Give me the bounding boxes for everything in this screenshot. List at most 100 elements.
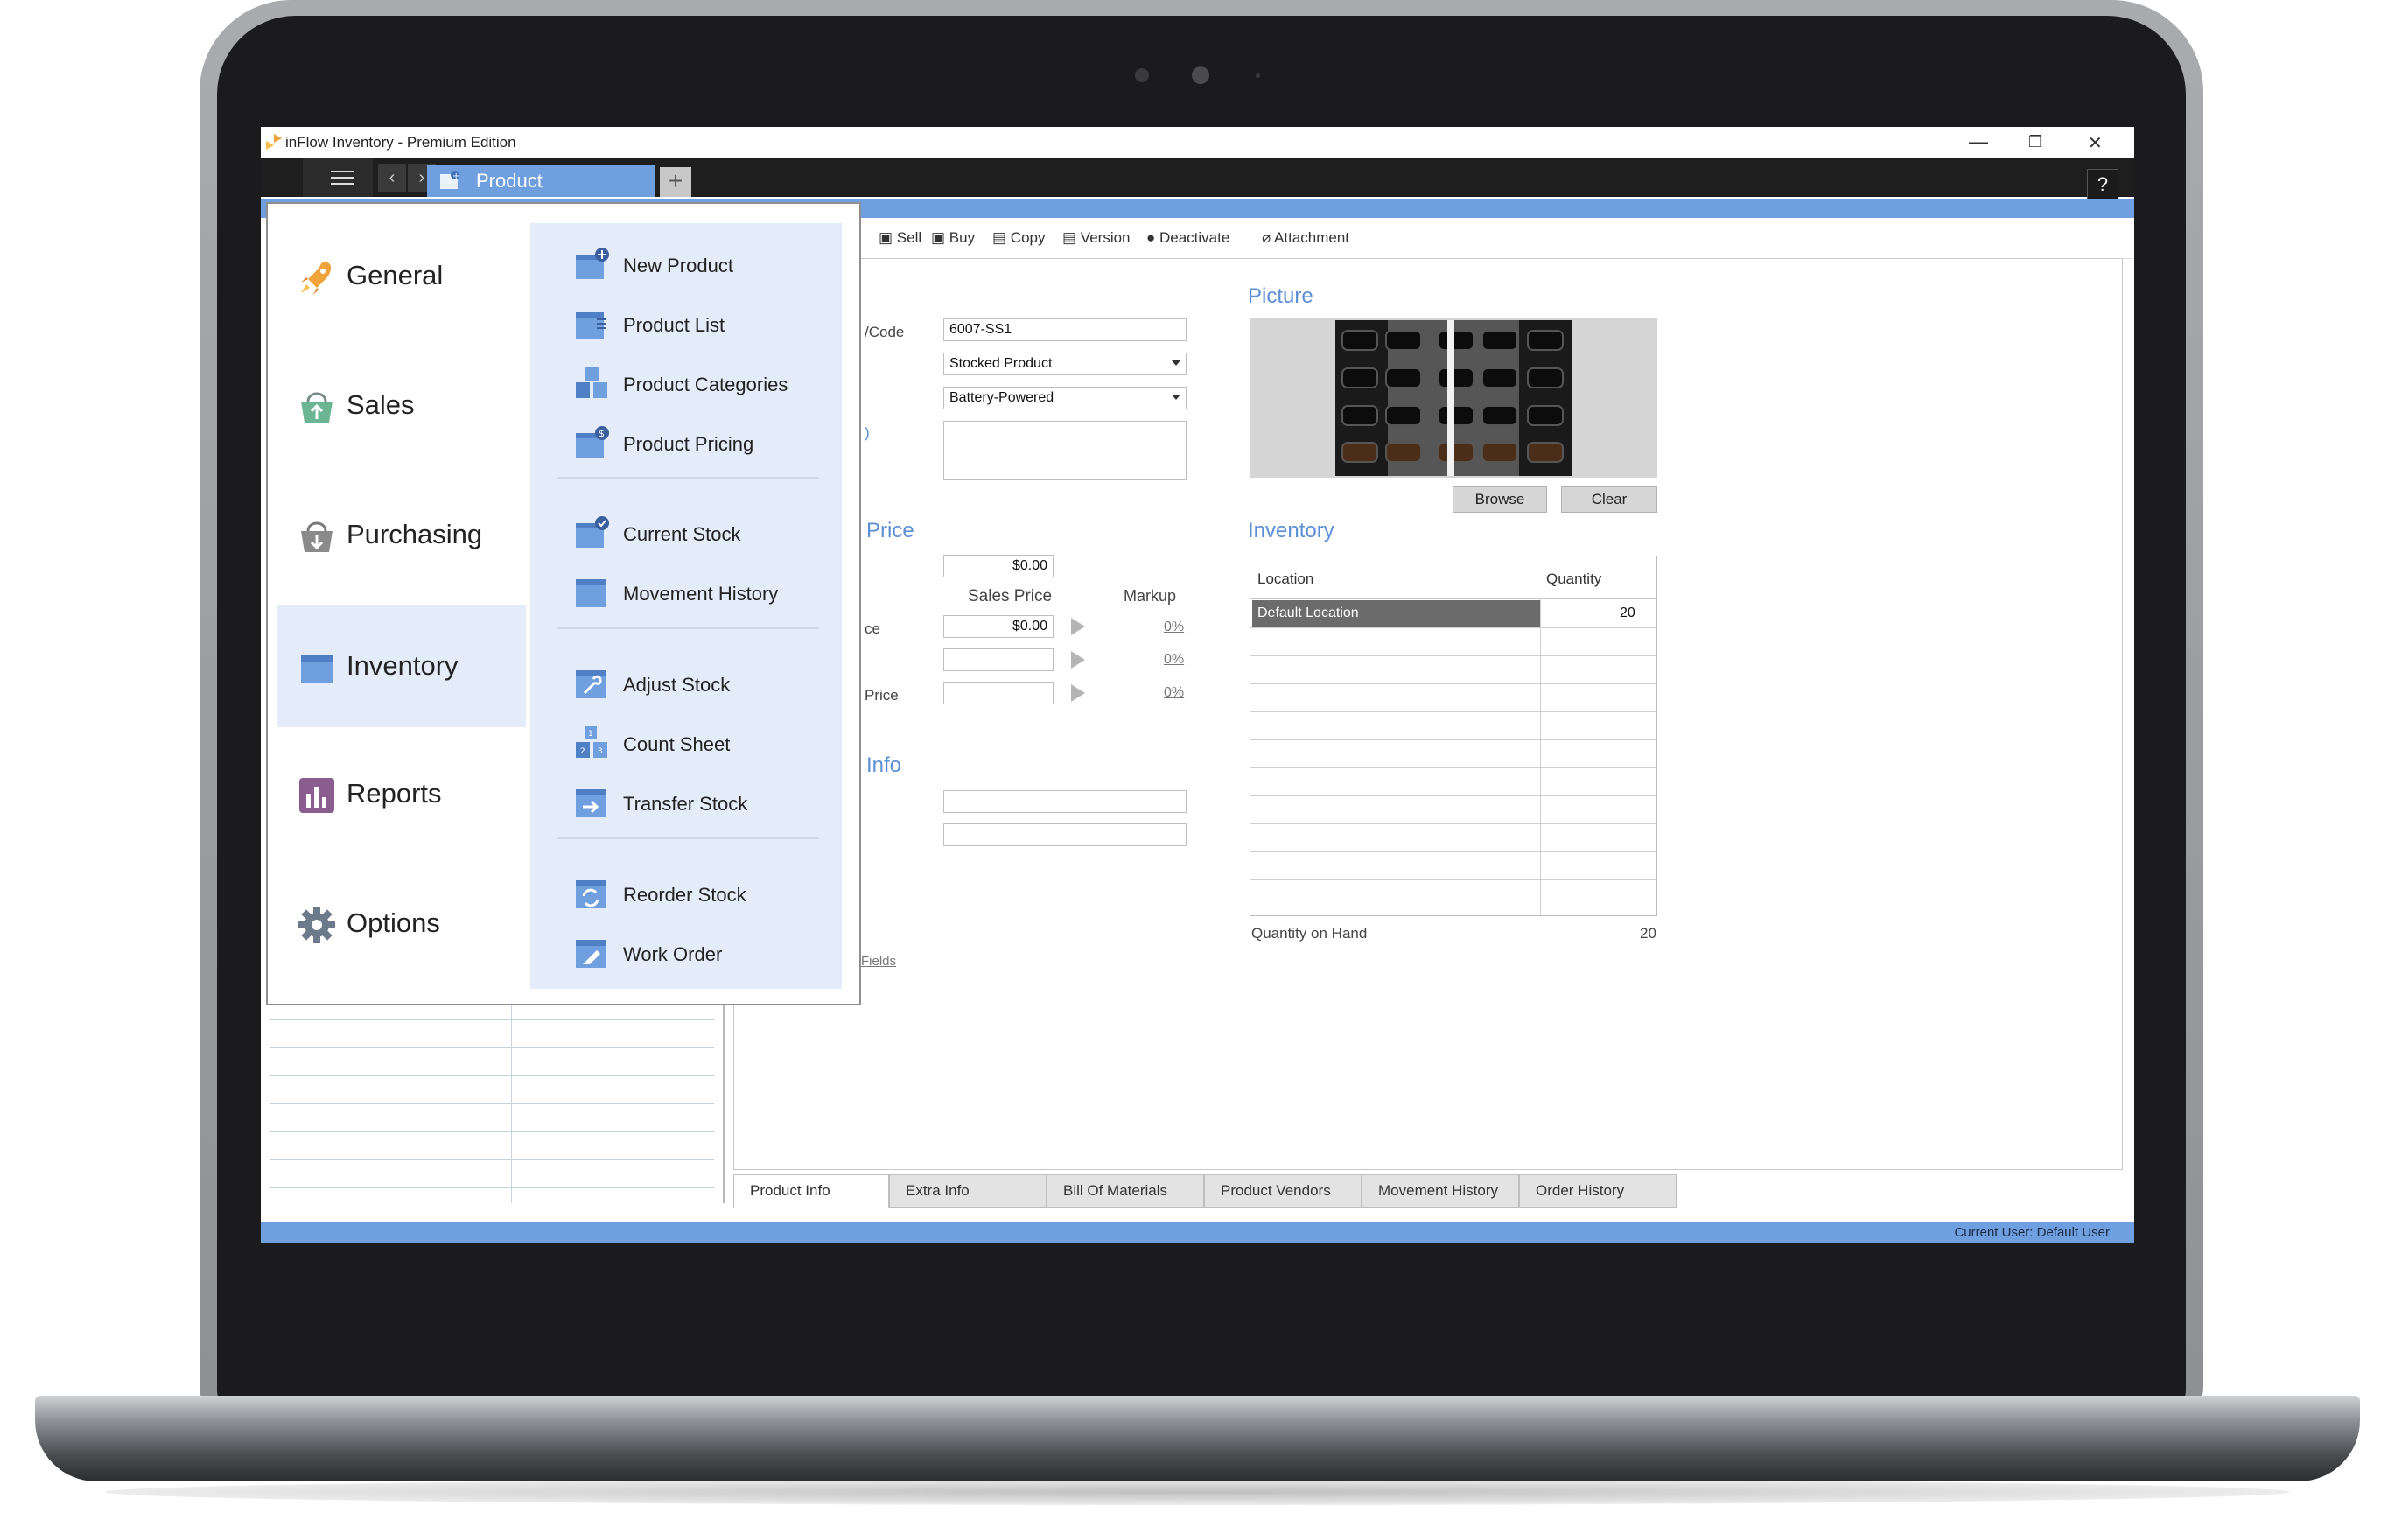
grid-line (270, 1075, 714, 1076)
tab-extra-info[interactable]: Extra Info (889, 1174, 1047, 1208)
menu-category-general-label: General (347, 260, 444, 290)
adjust-stock-icon (576, 670, 606, 698)
tab-product[interactable]: + Product (427, 164, 655, 197)
window-title: inFlow Inventory - Premium Edition (285, 134, 516, 150)
attachment-button[interactable]: ⌀ Attachment (1262, 229, 1349, 247)
sunglasses-photo (1335, 320, 1572, 476)
tab-product-info[interactable]: Product Info (733, 1174, 889, 1208)
code-field[interactable]: 6007-SS1 (943, 318, 1187, 341)
info-field-1[interactable] (943, 790, 1187, 813)
quantity-on-hand-value: 20 (1640, 925, 1656, 942)
version-button[interactable]: ▤ Version (1062, 229, 1131, 247)
reorder-stock-icon (576, 880, 606, 908)
product-type-select[interactable]: Stocked Product (943, 353, 1187, 375)
menu-category-reports-label: Reports (347, 778, 442, 808)
markup-row2-link[interactable]: 0% (1164, 652, 1184, 668)
menu-category-options[interactable]: Options (277, 862, 526, 984)
category-select[interactable]: Battery-Powered (943, 387, 1187, 410)
product-picture (1250, 318, 1657, 478)
movement-history-icon (576, 579, 606, 607)
custom-fields-link[interactable]: Fields (861, 954, 896, 969)
svg-text:2: 2 (580, 747, 585, 756)
back-button[interactable]: ‹ (378, 164, 406, 192)
count-sheet-icon: 1 2 3 (576, 726, 607, 758)
inventory-grid: Location Quantity Default Location 20 (1250, 556, 1657, 916)
inventory-section-title: Inventory (1248, 519, 1334, 542)
current-stock-icon (576, 516, 609, 548)
help-button[interactable]: ? (2087, 169, 2118, 200)
title-bar: inFlow Inventory - Premium Edition — ❐ ✕ (261, 127, 2134, 158)
tab-product-label: Product (476, 170, 543, 192)
tab-movement-history[interactable]: Movement History (1362, 1174, 1519, 1208)
transfer-stock-icon (576, 789, 606, 817)
camera-lens (1192, 66, 1209, 84)
svg-text:$: $ (599, 428, 605, 439)
deactivate-button[interactable]: ● Deactivate (1146, 229, 1229, 247)
gear-icon (298, 906, 335, 943)
grid-line (1250, 795, 1656, 796)
menu-item-label: Product List (623, 314, 725, 336)
tab-product-vendors[interactable]: Product Vendors (1204, 1174, 1362, 1208)
menu-category-general[interactable]: General (277, 214, 526, 337)
markup-row1-link[interactable]: 0% (1164, 620, 1184, 635)
sell-label: Sell (896, 229, 922, 246)
play-arrow-icon[interactable] (1071, 684, 1085, 702)
play-arrow-icon[interactable] (1071, 651, 1085, 668)
description-field[interactable] (943, 421, 1187, 480)
menu-category-sales[interactable]: Sales (277, 344, 526, 466)
work-order-icon (576, 940, 606, 968)
menu-item-label: Work Order (623, 943, 723, 965)
info-field-2[interactable] (943, 823, 1187, 846)
quantity-cell[interactable]: 20 (1620, 606, 1635, 621)
price-row2-field[interactable] (943, 648, 1054, 671)
cost-field[interactable]: $0.00 (943, 555, 1054, 578)
product-categories-icon (576, 367, 607, 398)
tab-order-history[interactable]: Order History (1519, 1174, 1677, 1208)
clear-button[interactable]: Clear (1561, 486, 1657, 513)
grid-line (1250, 627, 1656, 628)
add-tab-button[interactable]: + (660, 167, 691, 197)
grid-column-line (1540, 598, 1541, 915)
attachment-label: Attachment (1274, 229, 1350, 246)
product-pricing-icon: $ (576, 426, 609, 458)
grid-line (270, 1103, 714, 1104)
price-row3-field[interactable] (943, 682, 1054, 704)
play-arrow-icon[interactable] (1071, 618, 1085, 635)
inflow-logo-icon (266, 134, 282, 150)
hamburger-icon (331, 171, 354, 185)
main-menu-dropdown: General Sales Purchasing Inventory Repor… (266, 202, 861, 1005)
grid-line (270, 1131, 714, 1132)
code-label: /Code (865, 324, 905, 340)
browse-button[interactable]: Browse (1453, 486, 1547, 513)
minimize-button[interactable]: — (1969, 130, 1988, 153)
sell-button[interactable]: ▣ Sell (879, 229, 921, 247)
price-row1-field[interactable]: $0.00 (943, 615, 1054, 638)
menu-item-label: Movement History (623, 583, 779, 605)
location-cell-selected[interactable]: Default Location (1252, 600, 1540, 626)
grid-line (270, 1047, 714, 1048)
price-section-title: Price (866, 519, 914, 542)
grid-line (270, 1187, 714, 1188)
restore-button[interactable]: ❐ (2028, 133, 2042, 151)
menu-item-label: New Product (623, 255, 733, 276)
tab-bill-of-materials[interactable]: Bill Of Materials (1047, 1174, 1204, 1208)
menu-category-reports[interactable]: Reports (277, 732, 526, 855)
close-button[interactable]: ✕ (2088, 132, 2103, 154)
menu-category-sales-label: Sales (347, 389, 415, 420)
main-menu-button[interactable] (303, 158, 373, 197)
box-icon (301, 655, 333, 683)
menu-category-inventory[interactable]: Inventory (277, 605, 526, 727)
menu-item-label: Adjust Stock (623, 674, 731, 696)
buy-button[interactable]: ▣ Buy (931, 229, 975, 247)
menu-category-purchasing[interactable]: Purchasing (277, 473, 526, 596)
camera-dot-right (1256, 74, 1260, 78)
menu-category-purchasing-label: Purchasing (347, 519, 483, 550)
product-list-icon (576, 312, 606, 339)
grid-line (1250, 851, 1656, 852)
price-row3-label: Price (865, 687, 899, 704)
menu-item-label: Reorder Stock (623, 884, 746, 906)
markup-row3-link[interactable]: 0% (1164, 685, 1184, 701)
copy-button[interactable]: ▤ Copy (992, 229, 1045, 247)
chevron-down-icon (1172, 360, 1180, 366)
buy-label: Buy (949, 229, 976, 246)
